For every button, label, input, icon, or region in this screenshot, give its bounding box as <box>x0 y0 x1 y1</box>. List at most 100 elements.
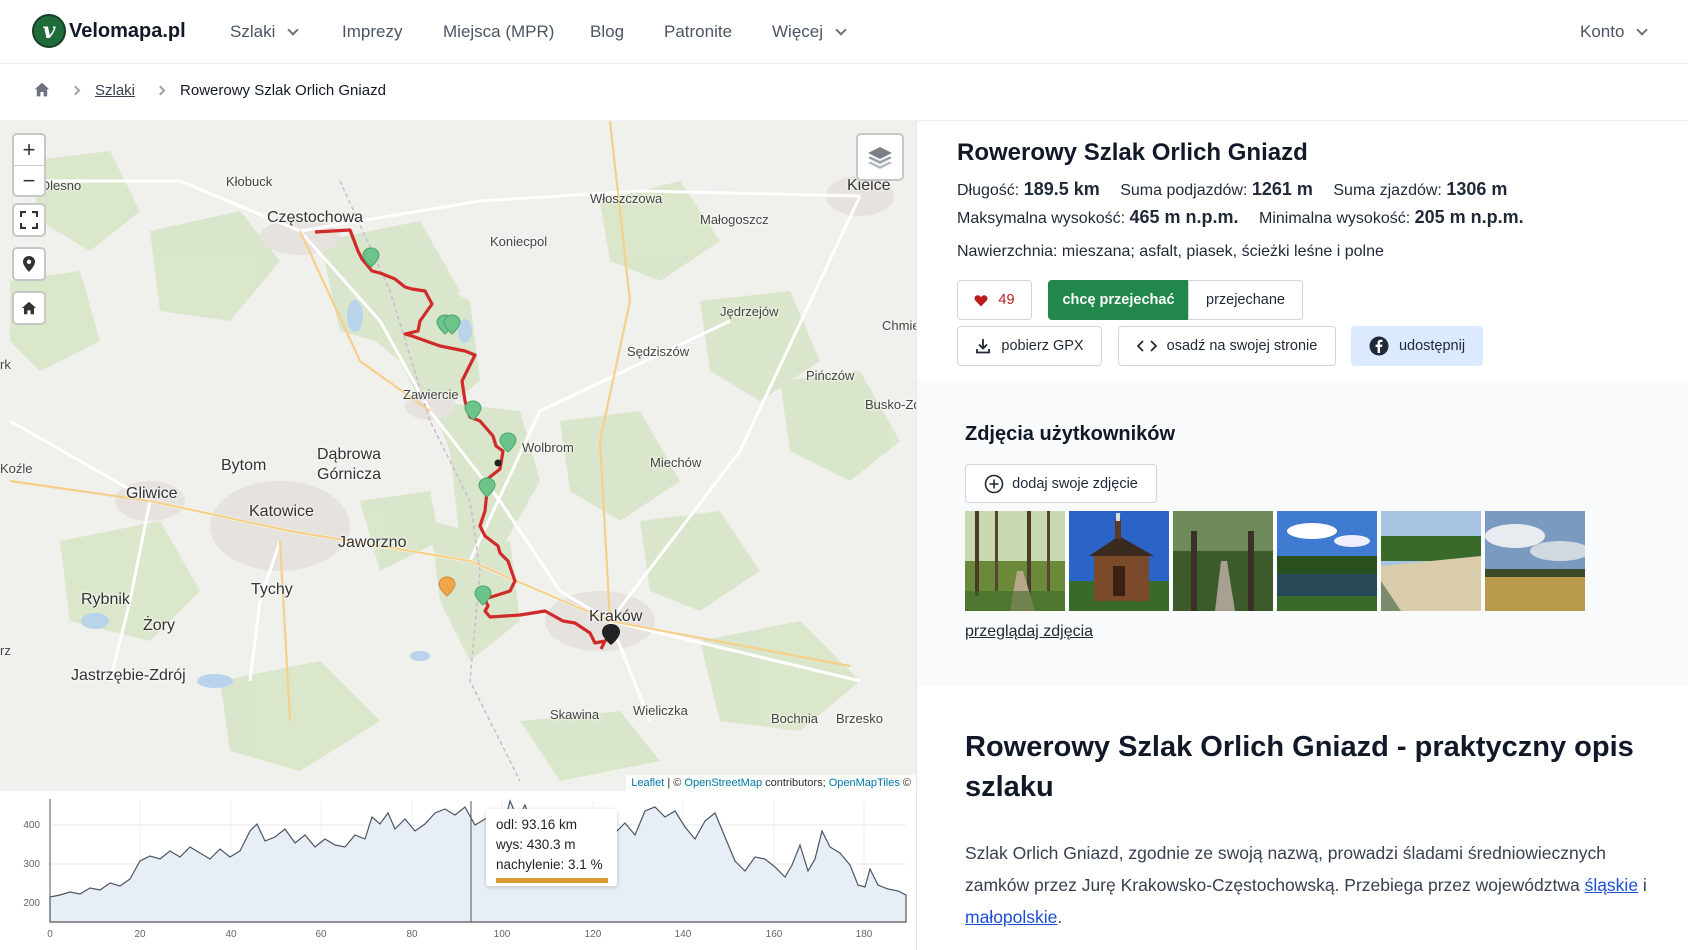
nav-patronite[interactable]: Patronite <box>664 22 732 42</box>
photo-thumbnail[interactable] <box>1173 511 1273 611</box>
x-tick: 100 <box>494 929 511 940</box>
map-label: Pińczów <box>806 368 855 383</box>
photos-title: Zdjęcia użytkowników <box>965 423 1176 445</box>
x-tick: 40 <box>225 929 237 940</box>
map-label: Katowice <box>249 503 314 520</box>
description-text-part: Szlak Orlich Gniazd, zgodnie ze swoją na… <box>965 843 1606 895</box>
forest-path-photo <box>965 511 1065 611</box>
logo-icon: v <box>32 14 66 48</box>
nav-label: Imprezy <box>342 22 403 41</box>
logo-text: Velomapa.pl <box>69 19 186 42</box>
field-photo <box>1485 511 1585 611</box>
map-label: Skawina <box>550 707 600 722</box>
logo[interactable]: v Velomapa.pl <box>32 14 186 48</box>
elevation-profile[interactable]: 400 300 200 0 20 40 60 80 100 120 140 16… <box>0 791 916 950</box>
ridden-button[interactable]: przejechane <box>1188 280 1303 320</box>
home-icon[interactable] <box>34 82 50 98</box>
nav-imprezy[interactable]: Imprezy <box>342 22 402 42</box>
nav-label: Konto <box>1580 22 1625 41</box>
openmaptiles-link[interactable]: OpenMapTiles <box>829 777 900 789</box>
region-link-malopolskie[interactable]: małopolskie <box>965 907 1057 927</box>
add-photo-button[interactable]: dodaj swoje zdjęcie <box>965 464 1157 503</box>
photo-thumbnail[interactable] <box>1381 511 1481 611</box>
like-button[interactable]: 49 <box>957 280 1032 320</box>
add-photo-label: dodaj swoje zdjęcie <box>1012 475 1138 492</box>
map-label: Jędrzejów <box>720 304 779 319</box>
breadcrumb-szlaki[interactable]: Szlaki <box>95 82 135 99</box>
description-text: Szlak Orlich Gniazd, zgodnie ze swoją na… <box>965 837 1665 933</box>
gpx-label: pobierz GPX <box>1001 338 1084 354</box>
wooden-chapel-photo <box>1069 511 1169 611</box>
embed-button[interactable]: osadź na swojej stronie <box>1118 326 1336 366</box>
slope-color-bar <box>496 878 608 883</box>
photo-thumbnail[interactable] <box>1485 511 1585 611</box>
chevron-down-icon <box>287 23 300 36</box>
elevation-area <box>49 799 907 923</box>
description-title: Rowerowy Szlak Orlich Gniazd - praktyczn… <box>965 731 1634 803</box>
download-icon <box>976 339 991 354</box>
description-text-part: . <box>1057 907 1063 927</box>
facebook-icon <box>1369 336 1389 356</box>
nav-label: Szlaki <box>230 22 276 41</box>
tooltip-distance: odl: 93.16 km <box>496 817 578 832</box>
breadcrumb-current: Rowerowy Szlak Orlich Gniazd <box>180 81 386 99</box>
plus-circle-icon <box>984 474 1004 493</box>
fullscreen-button[interactable] <box>14 205 44 235</box>
nav-wiecej[interactable]: Więcej <box>772 22 847 42</box>
zoom-in-button[interactable]: + <box>14 135 44 165</box>
nav-konto[interactable]: Konto <box>1580 22 1649 42</box>
embed-label: osadź na swojej stronie <box>1166 338 1318 354</box>
elevation-tooltip: odl: 93.16 km wys: 430.3 m nachylenie: 3… <box>486 809 617 886</box>
region-link-slaskie[interactable]: śląskie <box>1585 875 1639 895</box>
home-icon <box>22 301 36 315</box>
nav-blog[interactable]: Blog <box>590 22 624 42</box>
user-photos-section: Zdjęcia użytkowników dodaj swoje zdjęcie <box>917 381 1688 686</box>
browse-photos-link[interactable]: przeglądaj zdjęcia <box>965 623 1093 641</box>
descent-label: Suma zjazdów: <box>1333 182 1442 199</box>
zoom-out-button[interactable]: − <box>14 165 44 195</box>
x-tick: 120 <box>585 929 602 940</box>
photo-thumbnail[interactable] <box>1277 511 1377 611</box>
download-gpx-button[interactable]: pobierz GPX <box>957 326 1102 366</box>
osm-link[interactable]: OpenStreetMap <box>684 777 762 789</box>
locate-button[interactable] <box>14 249 44 279</box>
map-label: Jastrzębie-Zdrój <box>71 667 186 684</box>
photo-thumbnail[interactable] <box>965 511 1065 611</box>
tooltip-elevation: wys: 430.3 m <box>496 837 576 852</box>
photo-thumbnail[interactable] <box>1069 511 1169 611</box>
home-control <box>12 291 46 325</box>
leaflet-link[interactable]: Leaflet <box>631 777 664 789</box>
min-elevation-value: 205 m n.p.m. <box>1414 207 1524 227</box>
nav-szlaki[interactable]: Szlaki <box>230 22 300 42</box>
x-tick: 20 <box>134 929 146 940</box>
layers-button[interactable] <box>856 133 904 181</box>
attribution-text: | © <box>664 777 685 789</box>
chevron-right-icon <box>155 85 166 95</box>
tooltip-slope: nachylenie: 3.1 % <box>496 857 603 872</box>
want-to-ride-button[interactable]: chcę przejechać <box>1048 280 1189 320</box>
sandy-path-photo <box>1381 511 1481 611</box>
map-label: Bochnia <box>771 711 818 726</box>
map-label: Jaworzno <box>338 534 407 551</box>
locate-control <box>12 247 46 281</box>
nav-miejsca[interactable]: Miejsca (MPR) <box>443 22 554 42</box>
map-label: Busko-Zd <box>865 397 916 412</box>
ascent-value: 1261 m <box>1251 179 1313 199</box>
home-view-button[interactable] <box>14 293 44 323</box>
surface-info: Nawierzchnia: mieszana; asfalt, piasek, … <box>957 243 1384 260</box>
nav-label: Patronite <box>664 22 733 41</box>
trail-stats-row-1: Długość: 189.5 km Suma podjazdów: 1261 m… <box>957 179 1507 200</box>
facebook-share-button[interactable]: udostępnij <box>1351 326 1483 366</box>
map-label: Rybnik <box>81 591 130 608</box>
descent-value: 1306 m <box>1446 179 1508 199</box>
zoom-control: + − <box>12 133 46 197</box>
map-label: Olesno <box>40 178 82 193</box>
like-count: 49 <box>998 292 1015 308</box>
map-label: Wieliczka <box>633 703 688 718</box>
map-label: Wolbrom <box>522 440 574 455</box>
map-label: Koźle <box>0 461 33 476</box>
map-label: Kraków <box>589 608 643 625</box>
chevron-down-icon <box>835 23 847 36</box>
x-tick: 140 <box>675 929 692 940</box>
trail-map[interactable]: Kłobuck Olesno Częstochowa Koniecpol Wło… <box>0 121 916 791</box>
